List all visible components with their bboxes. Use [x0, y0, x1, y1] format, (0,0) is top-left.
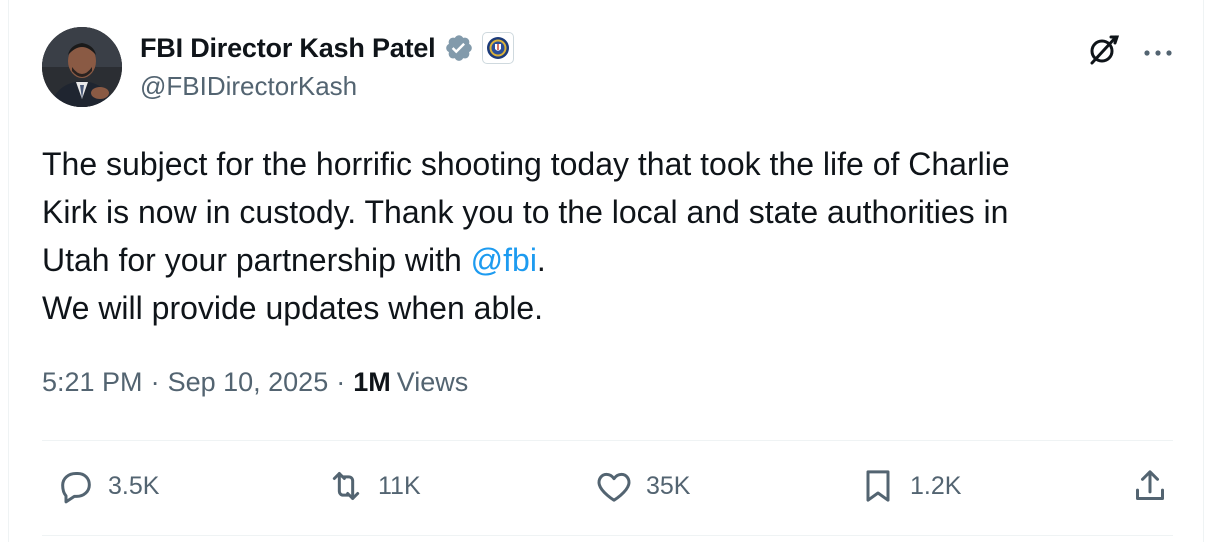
tweet-time[interactable]: 5:21 PM	[42, 367, 143, 398]
tweet-line: We will provide updates when able.	[42, 290, 544, 326]
bookmark-icon	[866, 470, 890, 502]
reply-count: 3.5K	[108, 471, 160, 500]
author-handle[interactable]: @FBIDirectorKash	[140, 71, 357, 102]
like-icon	[597, 472, 631, 502]
action-bar: 3.5K 11K 35K 1.2K	[42, 466, 1172, 512]
like-count: 35K	[646, 471, 691, 500]
reply-icon	[61, 472, 91, 504]
tweet-meta: 5:21 PM · Sep 10, 2025 · 1M Views	[42, 367, 468, 398]
tweet-line-text: .	[536, 242, 546, 278]
top-actions	[1083, 30, 1173, 75]
author-name-row: FBI Director Kash Patel	[140, 30, 514, 66]
divider	[42, 440, 1173, 441]
tweet-line: The subject for the horrific shooting to…	[42, 146, 1010, 182]
share-icon	[1136, 470, 1164, 500]
tweet-line: Kirk is now in custody. Thank you to the…	[42, 194, 1009, 230]
repost-count: 11K	[378, 471, 421, 500]
grok-icon[interactable]	[1083, 30, 1123, 75]
mention-link[interactable]: @fbi	[471, 242, 537, 278]
views-count: 1M	[353, 367, 391, 397]
tweet-date[interactable]: Sep 10, 2025	[168, 367, 329, 398]
repost-button[interactable]: 11K	[326, 466, 421, 506]
more-icon[interactable]	[1143, 36, 1173, 62]
meta-separator: ·	[150, 367, 160, 397]
author-display-name[interactable]: FBI Director Kash Patel	[140, 33, 436, 64]
tweet-line-text: Utah for your partnership with	[42, 242, 471, 278]
tweet-line: Utah for your partnership with @fbi.	[42, 236, 1162, 284]
share-button[interactable]	[1130, 466, 1170, 506]
tweet-card: FBI Director Kash Patel @FBIDirectorKash	[8, 0, 1204, 542]
bookmark-count: 1.2K	[910, 471, 962, 500]
repost-icon	[332, 472, 360, 500]
fbi-seal-icon[interactable]	[481, 32, 514, 64]
divider	[42, 535, 1173, 536]
verified-badge-icon[interactable]	[444, 33, 474, 63]
avatar[interactable]	[42, 27, 122, 107]
like-button[interactable]: 35K	[594, 466, 690, 506]
views-label: Views	[396, 367, 469, 397]
bookmark-button[interactable]: 1.2K	[858, 466, 961, 506]
meta-separator: ·	[336, 367, 346, 397]
reply-button[interactable]: 3.5K	[56, 466, 159, 506]
tweet-text: The subject for the horrific shooting to…	[42, 140, 1162, 332]
